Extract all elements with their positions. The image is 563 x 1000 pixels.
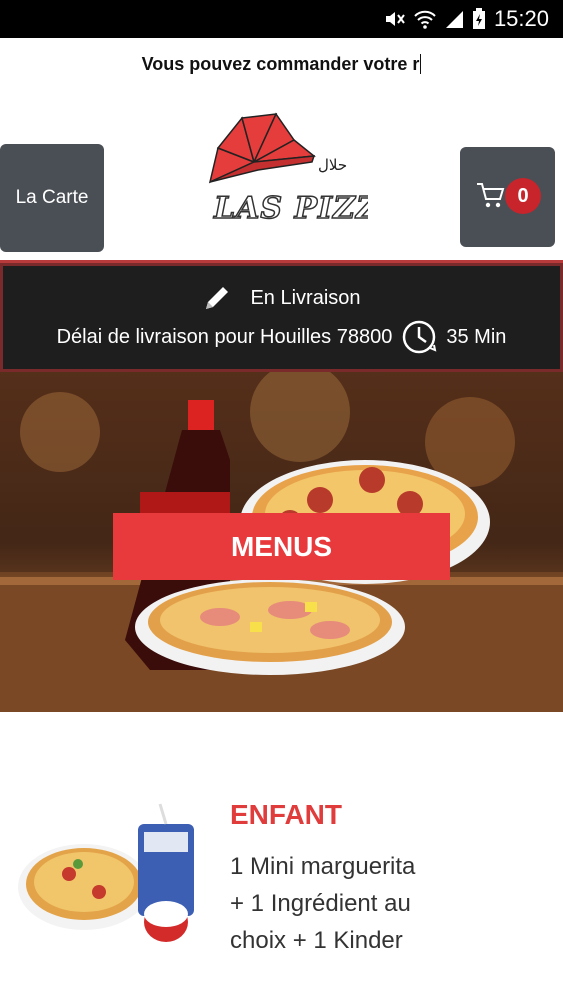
halal-logo-text: حلال (318, 156, 347, 174)
wifi-icon (414, 10, 436, 29)
logo-text: LAS PIZZA (213, 191, 368, 226)
header: La Carte حلال LAS PIZZA 0 (0, 90, 563, 260)
battery-charging-icon (472, 8, 485, 29)
la-carte-button[interactable]: La Carte (0, 144, 104, 252)
pencil-icon (206, 287, 229, 309)
signal-icon (445, 11, 463, 28)
enfant-menu-image (18, 803, 194, 942)
status-time: 15:20 (493, 6, 549, 31)
cart-count-badge: 0 (505, 178, 541, 214)
menus-button[interactable]: MENUS (113, 513, 450, 580)
marquee-text: Vous pouvez commander votre r (141, 53, 420, 74)
la-carte-label: La Carte (15, 187, 89, 208)
mute-icon (385, 12, 405, 26)
delivery-delay-value: 35 Min (446, 325, 507, 348)
delivery-info-bar[interactable]: En Livraison Délai de livraison pour Hou… (0, 263, 563, 372)
menu-item-title: ENFANT (230, 799, 342, 830)
marquee-banner: Vous pouvez commander votre r (0, 38, 563, 90)
status-bar: 15:20 (0, 0, 563, 38)
menu-item-description: 1 Mini marguerita + 1 Ingrédient au choi… (230, 853, 416, 954)
cart-count: 0 (517, 184, 529, 207)
clock-icon (403, 320, 437, 354)
las-pizza-logo[interactable]: حلال LAS PIZZA (196, 110, 403, 230)
delivery-mode: En Livraison (250, 286, 361, 309)
cart-icon (477, 183, 505, 208)
cart-button[interactable]: 0 (460, 147, 555, 247)
text-caret (420, 54, 422, 74)
delivery-delay-text: Délai de livraison pour Houilles 78800 (56, 325, 393, 348)
status-icons: 15:20 (384, 6, 549, 32)
menus-banner[interactable]: MENUS (0, 372, 563, 712)
menus-label: MENUS (230, 530, 333, 562)
menu-item-enfant[interactable]: ENFANT 1 Mini marguerita + 1 Ingrédient … (0, 712, 563, 1000)
